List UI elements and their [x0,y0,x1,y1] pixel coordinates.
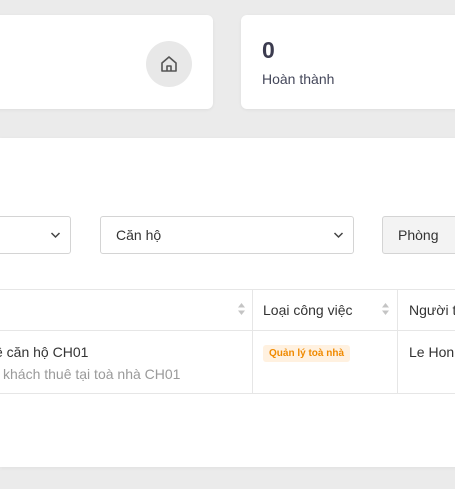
sort-icon[interactable] [381,301,390,317]
column-header-job-type[interactable]: Loại công việc [263,302,353,318]
stat-card-completed: 0 Hoàn thành [241,15,455,109]
assignee-name: Le Hon [409,344,455,360]
table-header: Loại công việc Người t [0,289,455,331]
filter-select-first[interactable] [0,216,71,254]
column-divider [252,290,253,330]
stat-card-left [0,15,213,109]
sort-icon[interactable] [237,301,246,317]
home-icon [161,56,177,72]
job-type-badge: Quản lý toà nhà [263,345,351,362]
completed-label: Hoàn thành [262,71,335,87]
table-row[interactable]: ê căn hộ CH01 khách thuê tại toà nhà CH0… [0,331,455,394]
task-panel: Căn hộ Phòng Loại công việc Người t ê că… [0,138,455,467]
task-description: khách thuê tại toà nhà CH01 [3,366,181,382]
task-title: ê căn hộ CH01 [0,344,89,360]
room-select[interactable]: Phòng [382,216,455,254]
chevron-down-icon [50,232,61,239]
apartment-select[interactable]: Căn hộ [100,216,354,254]
column-divider [397,331,398,393]
completed-count: 0 [262,37,275,63]
chevron-down-icon [333,232,344,239]
room-select-value: Phòng [398,227,439,243]
page: 0 Hoàn thành Căn hộ Phòng Loại công việc… [0,0,455,489]
home-icon-badge [146,41,192,87]
column-divider [397,290,398,330]
column-header-person[interactable]: Người t [409,302,455,318]
task-table: Loại công việc Người t ê căn hộ CH01 khá… [0,289,455,394]
apartment-select-value: Căn hộ [116,227,162,243]
column-divider [252,331,253,393]
